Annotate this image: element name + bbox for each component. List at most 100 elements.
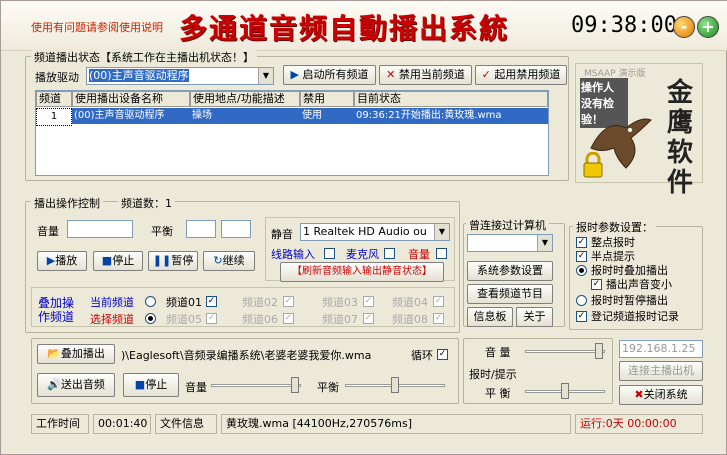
- enable-disabled-button[interactable]: ✓ 起用禁用频道: [475, 65, 567, 85]
- play-button[interactable]: ▶播放: [37, 251, 87, 271]
- minimize-button[interactable]: -: [673, 16, 695, 38]
- balance-left-field[interactable]: [186, 220, 216, 238]
- report-balance-slider[interactable]: [525, 381, 605, 401]
- col-header-device[interactable]: 使用播出设备名称: [72, 91, 190, 107]
- channel-02-checkbox[interactable]: ✓: [283, 296, 294, 307]
- speaker-icon: 🔊: [47, 378, 61, 391]
- system-params-button[interactable]: 系统参数设置: [467, 261, 553, 281]
- half-hour-checkbox[interactable]: ✓: [576, 251, 587, 262]
- stop-icon: ■: [101, 254, 113, 267]
- file-info-label: 文件信息: [155, 414, 217, 434]
- channel-05-checkbox[interactable]: ✓: [206, 313, 217, 324]
- playback-title: 播出操作控制: [31, 195, 103, 211]
- stop-icon: ■: [134, 378, 146, 391]
- slider-thumb[interactable]: [595, 343, 603, 359]
- loop-label: 循环: [411, 349, 433, 362]
- pause-on-report-radio[interactable]: [576, 295, 587, 306]
- title-bar: 使用有问题请参阅使用说明 多通道音频自動播出系統 09:38:00 - +: [1, 1, 727, 51]
- mix-channel-panel: 叠加操 作频道 当前频道 选择频道 频道01 ✓ 频道02 ✓ 频道03 ✓ 频…: [31, 287, 455, 327]
- balance-label: 平衡: [151, 225, 173, 238]
- overlay-play-button[interactable]: 📂叠加播出: [37, 344, 115, 364]
- col-header-channel[interactable]: 频道: [36, 91, 72, 107]
- channel-03-checkbox[interactable]: ✓: [363, 296, 374, 307]
- stop-button[interactable]: ■停止: [93, 251, 143, 271]
- overlay-stop-button[interactable]: ■停止: [123, 373, 179, 397]
- overlay-balance-label: 平衡: [317, 381, 339, 394]
- slider-thumb[interactable]: [291, 377, 299, 393]
- channel-05-label: 频道05: [166, 313, 202, 326]
- log-report-checkbox[interactable]: ✓: [576, 311, 587, 322]
- running-time: 运行:0天 00:00:00: [575, 414, 703, 434]
- chevron-down-icon: ▼: [258, 68, 273, 84]
- channel-08-label: 频道08: [392, 313, 428, 326]
- mic-checkbox[interactable]: [384, 248, 395, 259]
- audio-device-select[interactable]: 1 Realtek HD Audio ou ▼: [300, 223, 450, 241]
- check-icon: ✓: [481, 68, 491, 81]
- close-system-button[interactable]: ✖关闭系统: [619, 385, 703, 405]
- report-prompt-label: 报时/提示: [469, 368, 517, 381]
- report-volume-slider[interactable]: [525, 341, 605, 361]
- channel-04-label: 频道04: [392, 296, 428, 309]
- send-audio-label: 送出音频: [60, 378, 105, 391]
- table-row[interactable]: 1 (00)主声音驱动程序 操场 使用 09:36:21开始播出:黄玫瑰.wma: [36, 108, 548, 126]
- refresh-audio-state-button[interactable]: 【刷新音频输入输出静音状态】: [280, 262, 444, 282]
- send-audio-button[interactable]: 🔊送出音频: [37, 373, 115, 397]
- pause-button[interactable]: ❚❚暂停: [148, 251, 198, 271]
- volume-field[interactable]: [67, 220, 133, 238]
- line-in-label: 线路输入: [271, 248, 315, 261]
- slider-thumb[interactable]: [561, 383, 569, 399]
- disable-current-button[interactable]: ✕ 禁用当前频道: [379, 65, 472, 85]
- cross-icon: ✕: [386, 68, 396, 81]
- file-path: )\Eaglesoft\音频录编播系统\老婆老婆我爱你.wma: [121, 349, 372, 362]
- computer-select[interactable]: ▼: [467, 234, 553, 252]
- overlay-volume-slider[interactable]: [211, 375, 301, 395]
- slider-track: [211, 384, 301, 387]
- pause-label: 暂停: [171, 254, 194, 267]
- balance-right-field[interactable]: [221, 220, 251, 238]
- channel-07-checkbox[interactable]: ✓: [363, 313, 374, 324]
- overlay-radio[interactable]: [576, 265, 587, 276]
- channel-01-checkbox[interactable]: ✓: [206, 296, 217, 307]
- cell-channel: 1: [36, 108, 72, 126]
- col-header-disabled[interactable]: 禁用: [300, 91, 354, 107]
- report-balance-label: 平 衡: [485, 387, 511, 400]
- continue-button[interactable]: ↻继续: [203, 251, 255, 271]
- audio-device-panel: 静音 1 Realtek HD Audio ou ▼ 线路输入 麦克风 音量 【…: [265, 217, 455, 282]
- volume-mute-checkbox[interactable]: [436, 248, 447, 259]
- driver-select-value: (00)主声音驱动程序: [89, 69, 189, 82]
- about-button[interactable]: 关于: [516, 307, 553, 327]
- audio-device-value: 1 Realtek HD Audio ou: [303, 225, 427, 238]
- channel-06-label: 频道06: [242, 313, 278, 326]
- lock-icon: [583, 152, 603, 178]
- help-link[interactable]: 使用有问题请参阅使用说明: [31, 19, 163, 35]
- mix-label-2: 作频道: [38, 310, 75, 324]
- channel-06-checkbox[interactable]: ✓: [283, 313, 294, 324]
- channel-08-checkbox[interactable]: ✓: [433, 313, 444, 324]
- cell-location: 操场: [192, 110, 212, 121]
- driver-select[interactable]: (00)主声音驱动程序 ▼: [86, 67, 274, 85]
- close-icon: ✖: [634, 388, 644, 401]
- file-info-value: 黄玫瑰.wma [44100Hz,270576ms]: [221, 414, 571, 434]
- info-board-button[interactable]: 信息板: [467, 307, 513, 327]
- hourly-checkbox[interactable]: ✓: [576, 237, 587, 248]
- start-all-channels-button[interactable]: ▶ 启动所有频道: [283, 65, 376, 85]
- volume-label: 音量: [37, 225, 59, 238]
- col-header-status[interactable]: 目前状态: [354, 91, 548, 107]
- overlay-balance-slider[interactable]: [345, 375, 445, 395]
- loop-checkbox[interactable]: ✓: [437, 349, 448, 360]
- play-icon: ▶: [290, 68, 299, 81]
- current-channel-radio[interactable]: [145, 296, 156, 307]
- lower-volume-checkbox[interactable]: ✓: [591, 279, 602, 290]
- stop-label: 停止: [112, 254, 135, 267]
- channel-04-checkbox[interactable]: ✓: [433, 296, 444, 307]
- col-header-location[interactable]: 使用地点/功能描述: [190, 91, 300, 107]
- maximize-button[interactable]: +: [697, 16, 719, 38]
- view-programs-button[interactable]: 查看频道节目: [467, 284, 553, 304]
- slider-thumb[interactable]: [391, 377, 399, 393]
- line-in-checkbox[interactable]: [324, 248, 335, 259]
- pause-icon: ❚❚: [152, 254, 172, 267]
- enable-disabled-label: 起用禁用频道: [494, 68, 561, 81]
- select-channel-radio[interactable]: [145, 313, 156, 324]
- ip-address-field[interactable]: 192.168.1.25: [619, 340, 703, 358]
- connect-main-button[interactable]: 连接主播出机: [619, 361, 703, 381]
